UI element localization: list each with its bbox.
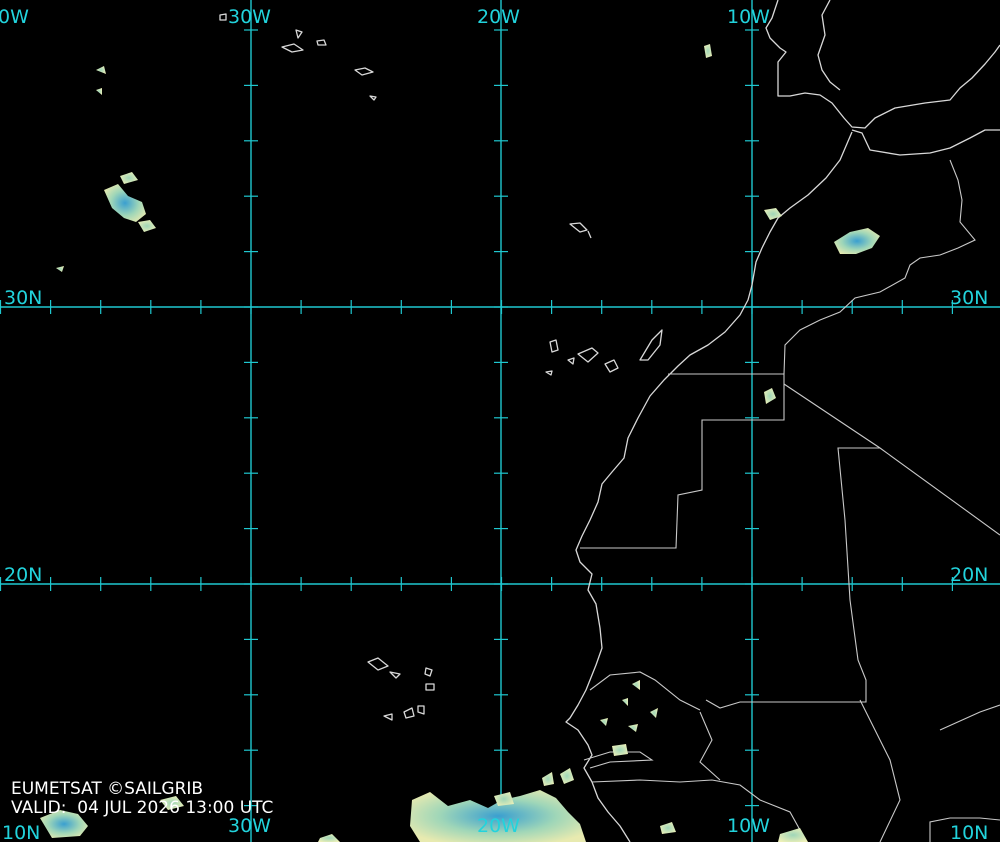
label-lon-40w-top: 0W — [0, 6, 29, 28]
label-lon-20w-bottom: 20W — [477, 815, 520, 837]
border-senegal — [589, 671, 701, 711]
island-azores-5 — [295, 29, 303, 39]
island-canary-5 — [639, 329, 663, 361]
border-mali-east — [705, 447, 880, 709]
cloud-senegal-5 — [600, 718, 608, 726]
island-cape-verde-1 — [367, 657, 389, 671]
cloud-rabat — [764, 208, 782, 220]
label-lon-40w-bottom: 10N — [2, 822, 41, 842]
cloud-itcz-5 — [660, 822, 676, 834]
cloud-mid-atlantic-small — [138, 220, 156, 232]
satellite-map: 0W 30W 20W 10W 30N 30N 20N 20N 10N 30W 2… — [0, 0, 1000, 842]
island-cape-verde-7 — [417, 705, 425, 715]
cloud-itcz-6 — [778, 828, 808, 842]
cloud-mid-atlantic-top — [120, 172, 138, 184]
cloud-senegal-1 — [632, 680, 640, 690]
cloud-guinea-2 — [560, 768, 574, 784]
island-azores-2 — [316, 39, 327, 46]
cloud-senegal-2 — [622, 698, 628, 706]
coast-morocco-atlantic — [565, 131, 853, 842]
island-cape-verde-3 — [424, 667, 433, 677]
label-lat-10n-right: 10N — [950, 822, 989, 842]
island-canary-3 — [577, 347, 599, 363]
cloud-itcz-7 — [542, 772, 554, 786]
coastlines — [219, 0, 1000, 842]
island-azores-3 — [354, 67, 374, 76]
label-lon-10w-bottom: 10W — [727, 815, 770, 837]
island-cape-verde-5 — [383, 713, 393, 721]
cloud-patches — [40, 44, 880, 842]
cloud-north-2 — [96, 88, 102, 95]
label-lat-30n-left: 30N — [4, 287, 43, 309]
island-canary-6 — [545, 370, 553, 376]
coast-morocco — [851, 129, 1000, 156]
coast-iberia — [765, 0, 1000, 129]
island-azores-6 — [369, 95, 377, 101]
island-cape-verde-4 — [425, 683, 435, 691]
island-azores-1 — [281, 43, 304, 53]
cloud-senegal-3 — [650, 708, 658, 718]
border-morocco-algeria — [783, 159, 976, 375]
credit-source: EUMETSAT ©SAILGRIB — [11, 779, 204, 799]
cloud-north-1 — [96, 66, 106, 74]
label-lat-20n-left: 20N — [4, 564, 43, 586]
graticule-ticks — [0, 29, 954, 807]
cloud-senegal-4 — [628, 724, 638, 732]
island-cape-verde-2 — [389, 671, 401, 679]
island-canary-4 — [604, 359, 619, 373]
cloud-itcz-3 — [318, 834, 340, 842]
island-azores-4 — [219, 13, 227, 21]
cloud-west-small — [56, 266, 64, 272]
credit-valid-time: VALID: 04 JUL 2026 13:00 UTC — [11, 798, 274, 818]
island-canary-2 — [567, 357, 575, 365]
island-canary-1 — [549, 339, 559, 353]
map-canvas — [0, 0, 1000, 842]
label-lat-30n-right: 30N — [950, 287, 989, 309]
graticule — [0, 0, 1000, 842]
label-lon-20w-top: 20W — [477, 6, 520, 28]
cloud-mid-atlantic — [104, 184, 146, 222]
label-lon-30w-top: 30W — [228, 6, 271, 28]
cloud-atlas — [834, 228, 880, 254]
border-western-sahara — [580, 373, 785, 549]
island-cape-verde-6 — [403, 707, 415, 719]
label-lat-20n-right: 20N — [950, 564, 989, 586]
border-mauritania-mali — [783, 383, 1000, 536]
coast-iberia-north — [817, 0, 841, 91]
label-lon-10w-top: 10W — [727, 6, 770, 28]
label-lon-30w-bottom: 30W — [228, 815, 271, 837]
cloud-guinea-1 — [612, 744, 628, 756]
cloud-sahara — [764, 388, 776, 404]
island-madeira — [569, 222, 592, 239]
cloud-portugal — [704, 44, 712, 58]
